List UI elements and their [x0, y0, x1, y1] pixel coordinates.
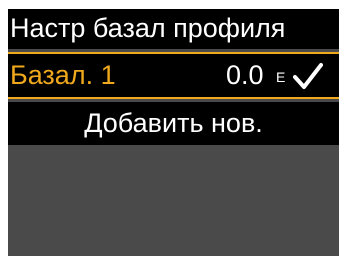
basal-profile-row[interactable]: Базал. 1 0.0 Е: [8, 52, 339, 99]
basal-profile-name: Базал. 1: [10, 60, 116, 90]
add-new-profile-label: Добавить нов.: [84, 108, 263, 138]
basal-profile-unit: Е: [276, 69, 286, 85]
check-icon: [293, 63, 323, 89]
screen-title: Настр базал профиля: [10, 13, 286, 43]
screen-header: Настр базал профиля: [8, 9, 339, 49]
pump-screen: Настр базал профиля Базал. 1 0.0 Е Добав…: [8, 9, 339, 256]
basal-profile-total: 0.0: [226, 60, 264, 90]
add-new-profile-button[interactable]: Добавить нов.: [8, 102, 339, 145]
